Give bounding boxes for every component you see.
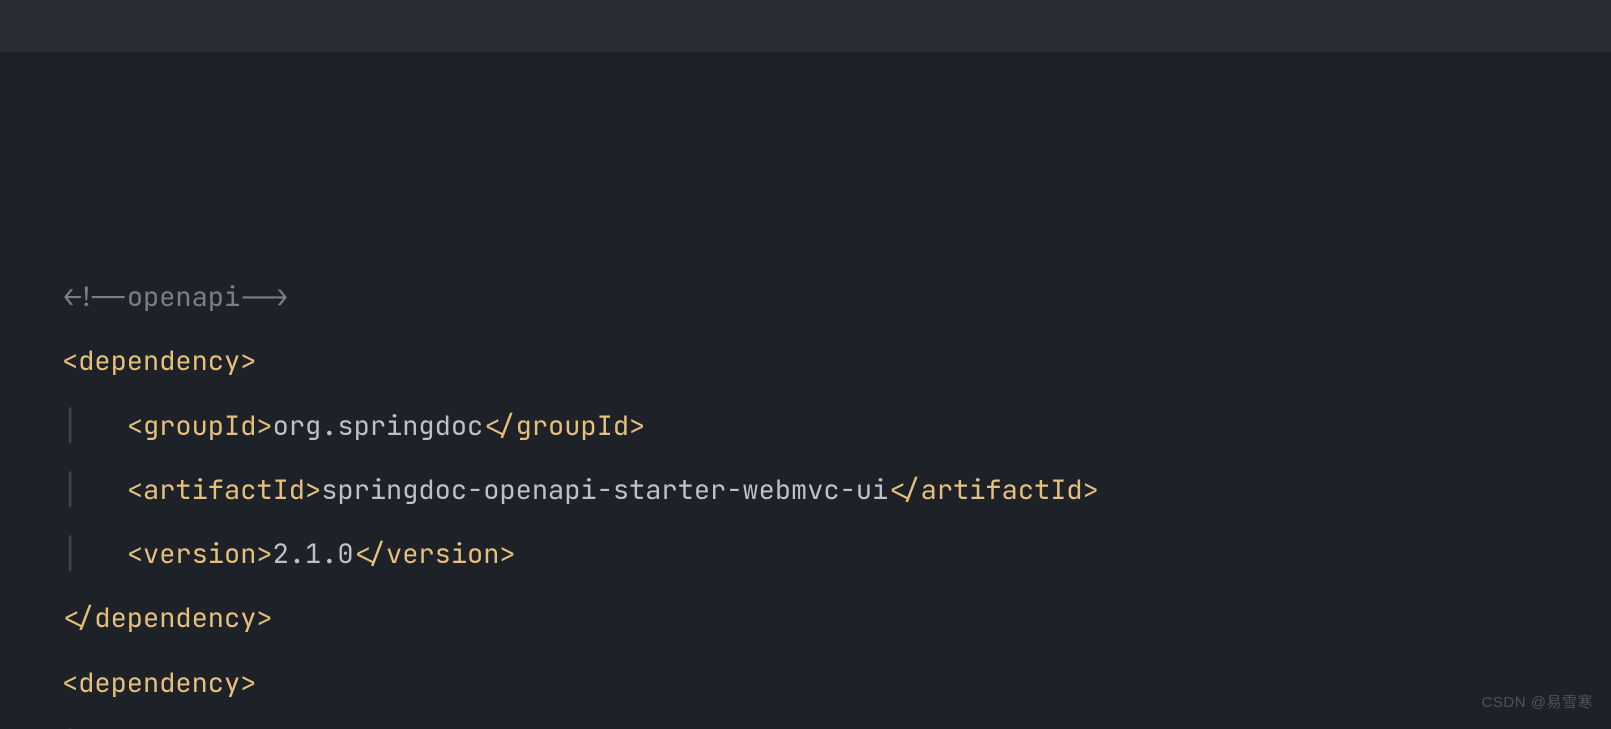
dependency-close: </dependency> [62,600,273,636]
artifactid-value: springdoc-openapi-starter-webmvc-ui [321,472,888,508]
comment-text: openapi [127,279,240,315]
dependency-open: <dependency> [62,343,256,379]
groupid-value: org.springdoc [273,408,484,444]
comment-close: --> [240,279,289,315]
groupid-line: │ <groupId>org.springdoc</groupId> [62,408,645,444]
comment-line: <!--openapi--> [62,279,289,315]
code-lines: <!--openapi--> <dependency> │ <groupId>o… [62,201,1611,729]
code-editor: <!--openapi--> <dependency> │ <groupId>o… [0,0,1611,729]
artifactid-line: │ <artifactId>springdoc-openapi-starter-… [62,472,1099,508]
version-value: 2.1.0 [273,536,354,572]
current-line-highlight [0,0,1611,52]
watermark: CSDN @易雪寒 [1482,685,1593,721]
version-line: │ <version>2.1.0</version> [62,536,516,572]
dependency-open: <dependency> [62,665,256,701]
comment-open: <!-- [62,279,127,315]
